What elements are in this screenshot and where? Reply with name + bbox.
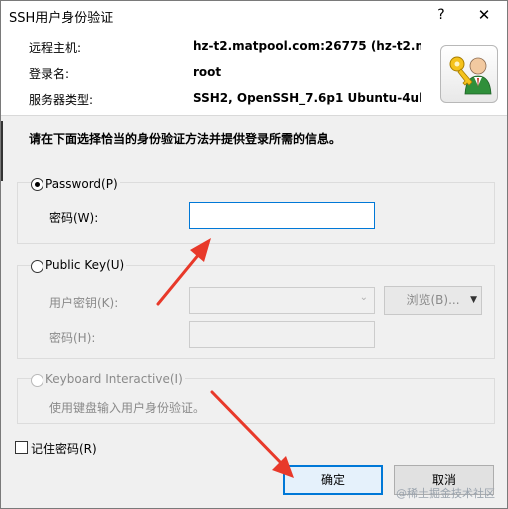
user-key-select[interactable]: ⌄ <box>189 287 375 314</box>
instruction-text: 请在下面选择恰当的身份验证方法并提供登录所需的信息。 <box>29 132 342 146</box>
keys-user-icon <box>440 45 498 103</box>
browse-button[interactable]: 浏览(B)... ▼ <box>384 286 482 315</box>
help-button[interactable]: ? <box>429 1 453 29</box>
password-option-label[interactable]: Password(P) <box>43 177 120 191</box>
login-name-label: 登录名: <box>29 67 70 81</box>
remote-host-value: hz-t2.matpool.com:26775 (hz-t2.matp <box>193 39 421 53</box>
keyboard-interactive-option-label[interactable]: Keyboard Interactive(I) <box>43 372 185 386</box>
remember-password-label[interactable]: 记住密码(R) <box>29 440 99 457</box>
ok-button[interactable]: 确定 <box>283 465 383 495</box>
connection-info-panel: 远程主机: hz-t2.matpool.com:26775 (hz-t2.mat… <box>1 29 507 116</box>
keyboard-interactive-description: 使用键盘输入用户身份验证。 <box>47 399 208 416</box>
remote-host-label: 远程主机: <box>29 41 82 55</box>
background-edge <box>1 121 3 181</box>
remember-password-checkbox[interactable] <box>15 441 28 454</box>
password-field-label: 密码(W): <box>47 209 101 226</box>
public-key-option-label[interactable]: Public Key(U) <box>43 258 127 272</box>
close-button[interactable]: ✕ <box>469 1 499 29</box>
server-type-value: SSH2, OpenSSH_7.6p1 Ubuntu-4ubunt <box>193 91 421 105</box>
watermark-text: @稀土掘金技术社区 <box>396 487 495 500</box>
window-title: SSH用户身份验证 <box>9 11 114 26</box>
server-type-label: 服务器类型: <box>29 93 94 107</box>
passphrase-input[interactable] <box>189 321 375 348</box>
browse-button-label: 浏览(B)... <box>406 293 460 307</box>
login-name-value: root <box>193 65 222 79</box>
chevron-down-icon: ⌄ <box>359 292 368 303</box>
ssh-auth-dialog: SSH用户身份验证 ? ✕ 远程主机: hz-t2.matpool.com:26… <box>0 0 508 509</box>
user-key-label: 用户密钥(K): <box>47 294 121 311</box>
password-input[interactable] <box>189 202 375 229</box>
passphrase-label: 密码(H): <box>47 329 98 346</box>
dropdown-arrow-icon: ▼ <box>470 295 477 305</box>
title-bar: SSH用户身份验证 ? ✕ <box>1 1 507 29</box>
